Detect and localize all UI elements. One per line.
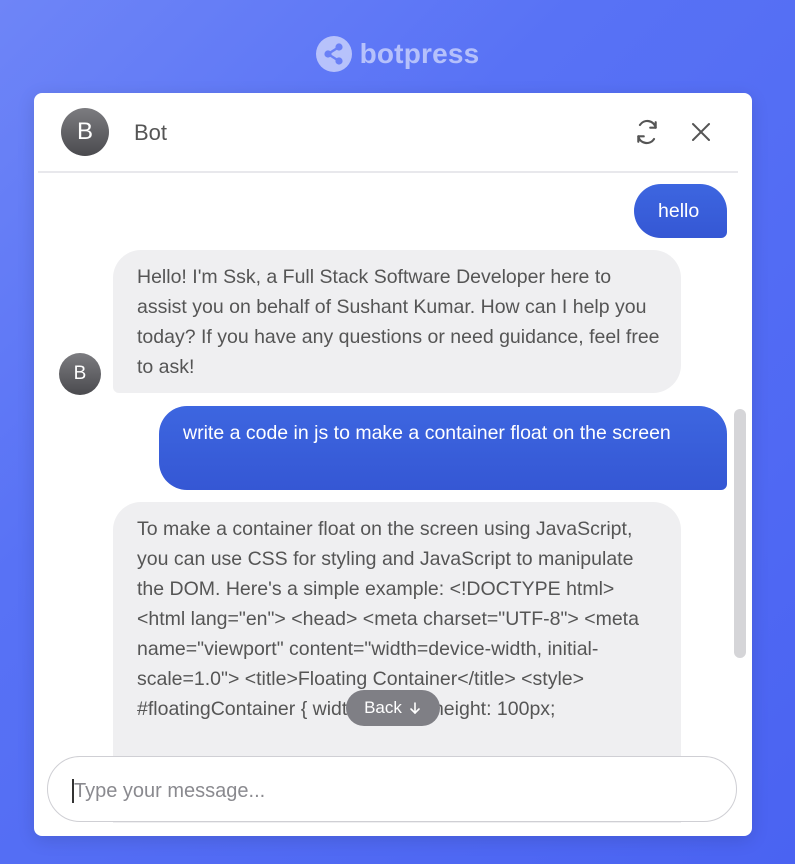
brand-logo: botpress: [0, 34, 795, 74]
message-composer[interactable]: [47, 756, 737, 822]
bot-header-avatar: B: [61, 108, 109, 156]
close-icon: [692, 123, 710, 141]
arrow-down-icon: [410, 702, 420, 715]
chat-header: B Bot: [38, 93, 738, 173]
bot-message: Hello! I'm Ssk, a Full Stack Software De…: [113, 250, 681, 393]
text-caret: [72, 779, 74, 803]
close-button[interactable]: [684, 115, 718, 149]
user-message: write a code in js to make a container f…: [159, 406, 727, 490]
refresh-button[interactable]: [630, 115, 664, 149]
share-icon: [315, 36, 352, 72]
refresh-icon: [637, 119, 657, 145]
user-message: hello: [634, 184, 727, 238]
message-input[interactable]: [72, 775, 696, 807]
back-button[interactable]: Back: [346, 690, 440, 726]
chat-widget: B Bot hello Hello! I'm Ssk, a Full Stack…: [34, 93, 752, 836]
brand-name: botpress: [359, 38, 480, 69]
back-label: Back: [364, 698, 402, 717]
chat-title: Bot: [134, 120, 168, 145]
bot-avatar: B: [59, 353, 101, 395]
scrollbar-thumb[interactable]: [734, 409, 746, 658]
